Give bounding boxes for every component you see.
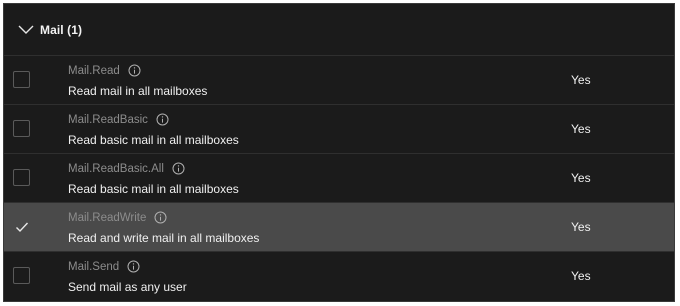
permission-checkbox[interactable]	[13, 71, 30, 88]
permission-name: Mail.ReadBasic	[68, 113, 148, 126]
permissions-panel: Mail (1) Mail.Read Read mail in all mail…	[3, 3, 675, 302]
permission-row-mail-readwrite[interactable]: Mail.ReadWrite Read and write mail in al…	[4, 203, 674, 252]
permission-description: Read basic mail in all mailboxes	[68, 182, 239, 196]
admin-consent-value: Yes	[571, 73, 591, 87]
permission-name: Mail.ReadBasic.All	[68, 162, 164, 175]
permission-name-wrapper: Mail.ReadBasic	[68, 113, 169, 126]
permission-name-wrapper: Mail.ReadWrite	[68, 211, 167, 224]
permission-name-wrapper: Mail.ReadBasic.All	[68, 162, 185, 175]
permission-description: Read mail in all mailboxes	[68, 84, 208, 98]
permission-row-mail-send[interactable]: Mail.Send Send mail as any user Yes	[4, 252, 674, 301]
admin-consent-value: Yes	[571, 122, 591, 136]
permission-checkbox-checked[interactable]	[13, 218, 30, 235]
chevron-down-icon[interactable]	[18, 23, 34, 37]
group-title: Mail (1)	[40, 22, 83, 37]
info-icon[interactable]	[154, 211, 167, 224]
mail-group-header[interactable]: Mail (1)	[4, 4, 674, 56]
permission-name-wrapper: Mail.Send	[68, 260, 140, 273]
permission-name: Mail.Send	[68, 260, 120, 273]
permission-checkbox[interactable]	[13, 120, 30, 137]
permission-name: Mail.ReadWrite	[68, 211, 147, 224]
permission-row-mail-readbasic[interactable]: Mail.ReadBasic Read basic mail in all ma…	[4, 105, 674, 154]
info-icon[interactable]	[128, 64, 141, 77]
info-icon[interactable]	[127, 260, 140, 273]
permission-name: Mail.Read	[68, 64, 120, 77]
permission-checkbox[interactable]	[13, 169, 30, 186]
admin-consent-value: Yes	[571, 269, 591, 283]
permission-row-mail-readbasic-all[interactable]: Mail.ReadBasic.All Read basic mail in al…	[4, 154, 674, 203]
permission-checkbox[interactable]	[13, 267, 30, 284]
checkmark-icon	[15, 222, 28, 232]
info-icon[interactable]	[156, 113, 169, 126]
permission-description: Send mail as any user	[68, 280, 187, 294]
permission-row-mail-read[interactable]: Mail.Read Read mail in all mailboxes Yes	[4, 56, 674, 105]
permission-description: Read and write mail in all mailboxes	[68, 231, 260, 245]
permission-name-wrapper: Mail.Read	[68, 64, 141, 77]
info-icon[interactable]	[172, 162, 185, 175]
admin-consent-value: Yes	[571, 171, 591, 185]
permission-description: Read basic mail in all mailboxes	[68, 133, 239, 147]
admin-consent-value: Yes	[571, 220, 591, 234]
